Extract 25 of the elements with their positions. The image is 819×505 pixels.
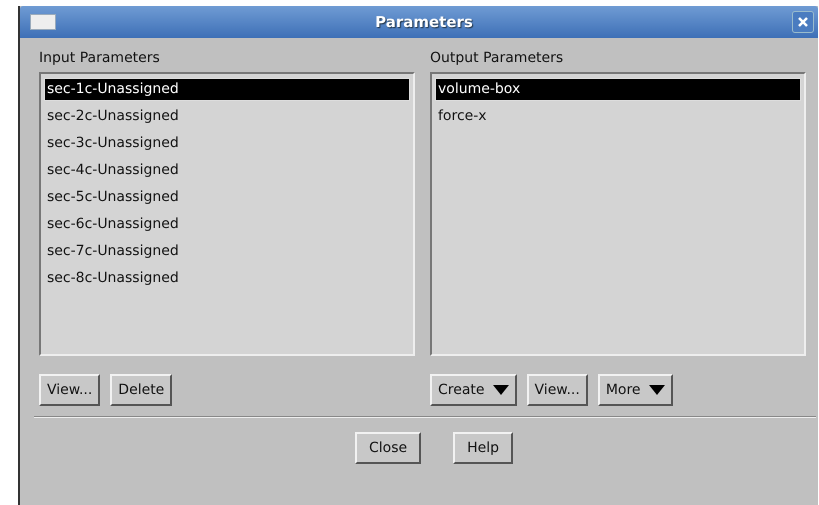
list-item[interactable]: force-x (435, 105, 801, 128)
window-icon (30, 14, 56, 30)
caret-icon (648, 385, 665, 395)
list-item[interactable]: volume-box (435, 78, 801, 101)
list-item[interactable]: sec-6c-Unassigned (44, 213, 410, 236)
menu-button[interactable]: More (598, 374, 673, 406)
list-item[interactable]: sec-8c-Unassigned (44, 267, 410, 290)
list-item[interactable]: sec-2c-Unassigned (44, 105, 410, 128)
action-button[interactable]: Delete (110, 374, 172, 406)
list-item[interactable]: sec-7c-Unassigned (44, 240, 410, 263)
close-button[interactable] (792, 11, 814, 33)
panel-heading: Input Parameters (39, 50, 161, 66)
list-item[interactable]: sec-1c-Unassigned (44, 78, 410, 101)
window-title: Parameters (374, 13, 474, 31)
action-button[interactable]: View... (39, 374, 100, 406)
action-button[interactable]: View... (526, 374, 588, 406)
list-item[interactable]: sec-3c-Unassigned (44, 132, 410, 155)
list-item[interactable]: sec-4c-Unassigned (44, 159, 410, 182)
dialog-button[interactable]: Help (453, 432, 514, 464)
close-icon (797, 16, 809, 28)
panel-heading: Output Parameters (430, 50, 564, 66)
caret-icon (492, 385, 509, 395)
dialog-button[interactable]: Close (354, 432, 422, 464)
menu-button[interactable]: Create (430, 374, 517, 406)
list-item[interactable]: sec-5c-Unassigned (44, 186, 410, 209)
